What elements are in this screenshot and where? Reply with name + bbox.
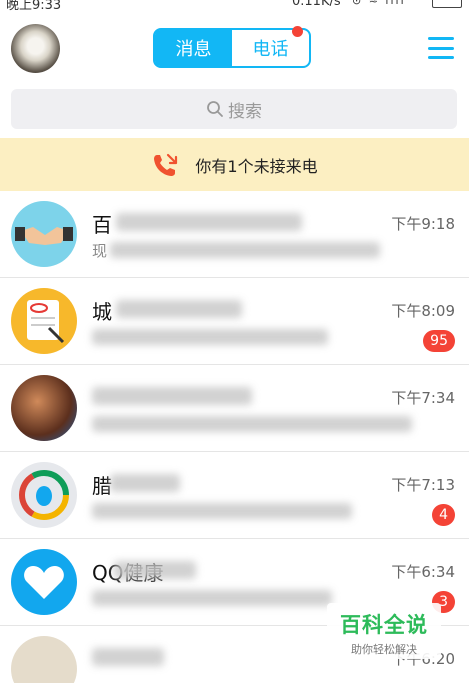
qq-circle-avatar <box>11 462 77 528</box>
conversation-name: 百 <box>92 213 112 237</box>
header: 消息 电话 <box>0 12 469 84</box>
network-speed: 0.11K/s <box>292 0 341 9</box>
list-item[interactable]: 下午7:34 <box>0 365 469 452</box>
search-bar[interactable]: 搜索 <box>11 89 457 129</box>
conversation-preview: 现 <box>92 242 108 260</box>
tab-phone-label: 电话 <box>252 39 289 60</box>
unread-badge: 95 <box>423 330 455 352</box>
blurred-name <box>92 387 252 405</box>
tab-messages[interactable]: 消息 <box>155 30 232 66</box>
conversation-time: 下午7:34 <box>391 389 455 407</box>
blurred-preview <box>110 242 380 258</box>
blurred-name <box>92 648 164 666</box>
my-avatar[interactable] <box>11 24 60 73</box>
conversation-time: 下午7:13 <box>391 476 455 494</box>
menu-icon[interactable] <box>428 37 454 59</box>
watermark-title: 百科全说 <box>340 613 428 637</box>
conversation-time: 下午6:34 <box>391 563 455 581</box>
unread-dot <box>292 26 303 37</box>
blurred-name <box>114 561 196 579</box>
unread-badge: 4 <box>432 504 455 526</box>
missed-call-icon <box>154 153 178 176</box>
conversation-time: 下午8:09 <box>391 302 455 320</box>
conversation-name: 腊 <box>92 474 112 498</box>
signal-icons: ⊙ ≈ ıllı <box>352 0 406 7</box>
missed-call-text: 你有1个未接来电 <box>195 156 318 176</box>
blurred-name <box>110 474 180 492</box>
tab-switcher: 消息 电话 <box>153 26 311 68</box>
notepad-avatar <box>11 288 77 354</box>
blurred-preview <box>92 590 332 606</box>
conversation-time: 下午9:18 <box>391 215 455 233</box>
blurred-name <box>116 213 302 231</box>
blurred-preview <box>92 329 328 345</box>
blurred-preview <box>92 503 352 519</box>
muscle-avatar <box>11 375 77 441</box>
battery-icon <box>432 0 462 8</box>
blurred-preview <box>92 416 412 432</box>
status-time: 晚上9:33 <box>6 0 62 12</box>
watermark-subtitle: 助你轻松解决 <box>351 643 417 656</box>
list-item[interactable]: 腊 下午7:13 4 <box>0 452 469 539</box>
handshake-avatar <box>11 201 77 267</box>
status-bar: 晚上9:33 0.11K/s ⊙ ≈ ıllı <box>0 0 469 12</box>
tab-phone[interactable]: 电话 <box>232 26 309 66</box>
search-placeholder: 搜索 <box>228 101 262 122</box>
list-item[interactable]: 百 现 下午9:18 <box>0 191 469 278</box>
heart-avatar <box>11 549 77 615</box>
list-item[interactable]: 城 下午8:09 95 <box>0 278 469 365</box>
watermark: 百科全说 助你轻松解决 <box>327 603 441 659</box>
conversation-name: 城 <box>92 300 112 324</box>
search-icon <box>207 101 223 117</box>
blurred-name <box>116 300 242 318</box>
missed-call-banner[interactable]: 你有1个未接来电 <box>0 138 469 191</box>
paper-avatar <box>11 636 77 683</box>
